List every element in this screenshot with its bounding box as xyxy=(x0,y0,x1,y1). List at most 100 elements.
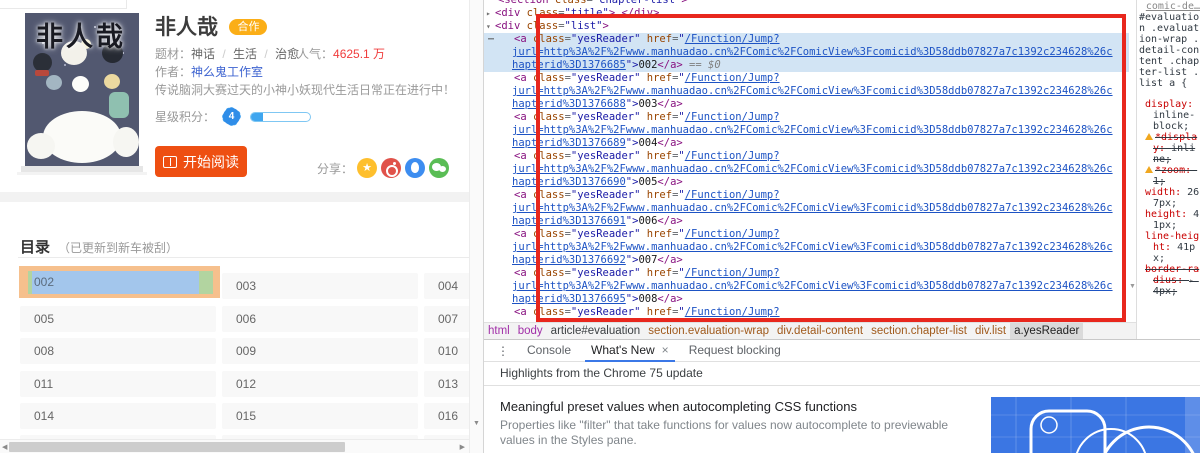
breadcrumb-item[interactable]: div.detail-content xyxy=(773,323,867,339)
qzone-icon[interactable]: ★ xyxy=(357,158,378,178)
dom-tree-line[interactable]: hapterid%3D1376695">008</a> xyxy=(484,293,1129,306)
href-link[interactable]: /Function/Jump? xyxy=(685,72,780,84)
dom-tree-line[interactable]: <section class="chapter-list"> xyxy=(484,0,1129,7)
href-link[interactable]: jurl=http%3A%2F%2Fwww.manhuadao.cn%2FCom… xyxy=(512,124,1113,136)
dom-tree-line[interactable]: jurl=http%3A%2F%2Fwww.manhuadao.cn%2FCom… xyxy=(484,46,1129,59)
node-menu-icon[interactable]: ⋯ xyxy=(488,33,494,46)
href-link[interactable]: hapterid%3D1376685 xyxy=(512,59,626,71)
collapsed-arrow-icon[interactable]: ▸ xyxy=(486,7,495,20)
page-vertical-scrollbar[interactable]: ▼ xyxy=(469,0,483,453)
breadcrumb-item[interactable]: section.chapter-list xyxy=(867,323,971,339)
href-link[interactable]: jurl=http%3A%2F%2Fwww.manhuadao.cn%2FCom… xyxy=(512,202,1113,214)
dom-tree-line[interactable]: jurl=http%3A%2F%2Fwww.manhuadao.cn%2FCom… xyxy=(484,202,1129,215)
dom-tree-line[interactable]: <a class="yesReader" href="/Function/Jum… xyxy=(484,267,1129,280)
dom-tree-line[interactable]: hapterid%3D1376692">007</a> xyxy=(484,254,1129,267)
genre-tag[interactable]: 神话 xyxy=(191,47,215,61)
css-property[interactable]: *display: inline; xyxy=(1139,132,1200,165)
scroll-right-icon[interactable]: ▶ xyxy=(460,443,465,451)
breadcrumb-item[interactable]: section.evaluation-wrap xyxy=(644,323,773,339)
close-icon[interactable]: × xyxy=(662,343,669,357)
weibo-icon[interactable] xyxy=(381,158,402,178)
page-horizontal-scrollbar[interactable]: ◀ ▶ xyxy=(0,439,469,453)
href-link[interactable]: hapterid%3D1376689 xyxy=(512,137,626,149)
href-link[interactable]: /Function/Jump? xyxy=(685,267,780,279)
href-link[interactable]: hapterid%3D1376692 xyxy=(512,254,626,266)
dom-tree-line[interactable]: jurl=http%3A%2F%2Fwww.manhuadao.cn%2FCom… xyxy=(484,85,1129,98)
scroll-left-icon[interactable]: ◀ xyxy=(2,443,7,451)
start-reading-button[interactable]: 开始阅读 xyxy=(155,146,247,177)
href-link[interactable]: jurl=http%3A%2F%2Fwww.manhuadao.cn%2FCom… xyxy=(512,85,1113,97)
chapter-item[interactable]: 006 xyxy=(222,306,418,332)
dom-tree-line[interactable]: jurl=http%3A%2F%2Fwww.manhuadao.cn%2FCom… xyxy=(484,163,1129,176)
dom-tree-line[interactable]: ▸ <div class="title">…</div> xyxy=(484,7,1129,20)
href-link[interactable]: /Function/Jump? xyxy=(685,189,780,201)
stylesheet-link[interactable]: comic-de… xyxy=(1139,1,1200,12)
dom-tree-line[interactable]: <a class="yesReader" href="/Function/Jum… xyxy=(484,150,1129,163)
chapter-item[interactable]: 009 xyxy=(222,338,418,364)
dom-tree-line[interactable]: hapterid%3D1376688">003</a> xyxy=(484,98,1129,111)
dom-tree-line[interactable]: jurl=http%3A%2F%2Fwww.manhuadao.cn%2FCom… xyxy=(484,241,1129,254)
breadcrumb-item[interactable]: div.list xyxy=(971,323,1010,339)
dom-tree-line[interactable]: hapterid%3D1376685">002</a> == $0 xyxy=(484,59,1129,72)
author-link[interactable]: 神么鬼工作室 xyxy=(191,65,263,79)
dom-tree-line[interactable]: <a class="yesReader" href="/Function/Jum… xyxy=(484,228,1129,241)
drawer-menu-icon[interactable]: ⋮ xyxy=(484,344,517,358)
dom-tree-line[interactable]: <a class="yesReader" href="/Function/Jum… xyxy=(484,111,1129,124)
css-property[interactable]: line-height: 41px; xyxy=(1139,231,1200,264)
href-link[interactable]: jurl=http%3A%2F%2Fwww.manhuadao.cn%2FCom… xyxy=(512,280,1113,292)
tree-scroll-down-icon[interactable]: ▼ xyxy=(1129,283,1136,290)
breadcrumb-item[interactable]: a.yesReader xyxy=(1010,323,1084,339)
href-link[interactable]: /Function/Jump? xyxy=(685,228,780,240)
expand-longhand-icon[interactable]: ▸ xyxy=(1189,276,1199,285)
drawer-tab-console[interactable]: Console xyxy=(517,340,581,362)
href-link[interactable]: /Function/Jump? xyxy=(685,33,780,45)
href-link[interactable]: hapterid%3D1376695 xyxy=(512,293,626,305)
dom-tree-line[interactable]: hapterid%3D1376691">006</a> xyxy=(484,215,1129,228)
comic-cover[interactable]: 非人哉 xyxy=(25,13,139,166)
dom-tree-line[interactable]: <a class="yesReader" href="/Function/Jum… xyxy=(484,72,1129,85)
scroll-down-icon[interactable]: ▼ xyxy=(473,420,480,427)
expanded-arrow-icon[interactable]: ▾ xyxy=(486,20,495,33)
dom-tree-line[interactable]: ▾ <div class="list"> xyxy=(484,20,1129,33)
genre-tag[interactable]: 治愈 xyxy=(275,47,299,61)
chapter-item[interactable]: 014 xyxy=(20,403,216,429)
dom-tree-line[interactable]: <a class="yesReader" href="/Function/Jum… xyxy=(484,189,1129,202)
href-link[interactable]: /Function/Jump? xyxy=(685,150,780,162)
chapter-item[interactable]: 005 xyxy=(20,306,216,332)
chapter-item[interactable]: 012 xyxy=(222,371,418,397)
qq-icon[interactable] xyxy=(405,158,426,178)
genre-tag[interactable]: 生活 xyxy=(233,47,257,61)
href-link[interactable]: /Function/Jump? xyxy=(685,306,780,318)
chapter-item[interactable]: 008 xyxy=(20,338,216,364)
horizontal-scroll-thumb[interactable] xyxy=(9,442,345,452)
chapter-item[interactable]: 011 xyxy=(20,371,216,397)
dom-tree-line[interactable]: hapterid%3D1376690">005</a> xyxy=(484,176,1129,189)
chapter-item[interactable]: 002 xyxy=(32,271,199,294)
href-link[interactable]: hapterid%3D1376691 xyxy=(512,215,626,227)
css-property[interactable]: height: 41px; xyxy=(1139,209,1200,231)
href-link[interactable]: jurl=http%3A%2F%2Fwww.manhuadao.cn%2FCom… xyxy=(512,241,1113,253)
href-link[interactable]: jurl=http%3A%2F%2Fwww.manhuadao.cn%2FCom… xyxy=(512,163,1113,175)
css-property[interactable]: *zoom: 1; xyxy=(1139,165,1200,187)
selected-dom-node[interactable]: ⋯ <a class="yesReader" href="/Function/Ju… xyxy=(484,33,1129,72)
breadcrumb-item[interactable]: body xyxy=(514,323,547,339)
drawer-tab-what-s-new[interactable]: What's New × xyxy=(581,340,679,362)
dom-tree-line[interactable]: <a class="yesReader" href="/Function/Jum… xyxy=(484,306,1129,319)
css-selector[interactable]: #evaluation .evaluation-wrap .detail-con… xyxy=(1139,12,1200,89)
breadcrumb-item[interactable]: article#evaluation xyxy=(547,323,645,339)
wechat-icon[interactable] xyxy=(429,158,450,178)
chapter-item[interactable]: 003 xyxy=(222,273,418,299)
href-link[interactable]: /Function/Jump? xyxy=(685,111,780,123)
dom-tree-line[interactable]: jurl=http%3A%2F%2Fwww.manhuadao.cn%2FCom… xyxy=(484,280,1129,293)
chapter-item[interactable]: 015 xyxy=(222,403,418,429)
css-property[interactable]: border-radius: ▸ 4px; xyxy=(1139,264,1200,297)
breadcrumb-item[interactable]: html xyxy=(484,323,514,339)
href-link[interactable]: hapterid%3D1376688 xyxy=(512,98,626,110)
drawer-tab-request-blocking[interactable]: Request blocking xyxy=(679,340,791,362)
href-link[interactable]: jurl=http%3A%2F%2Fwww.manhuadao.cn%2FCom… xyxy=(512,46,1113,58)
dom-tree-line[interactable]: jurl=http%3A%2F%2Fwww.manhuadao.cn%2FCom… xyxy=(484,124,1129,137)
dom-tree-line[interactable]: hapterid%3D1376689">004</a> xyxy=(484,137,1129,150)
css-property[interactable]: width: 267px; xyxy=(1139,187,1200,209)
dom-tree-line[interactable]: <a class="yesReader" href="/Function/Jum… xyxy=(484,33,1129,46)
css-property[interactable]: display: inline-block; xyxy=(1139,99,1200,132)
